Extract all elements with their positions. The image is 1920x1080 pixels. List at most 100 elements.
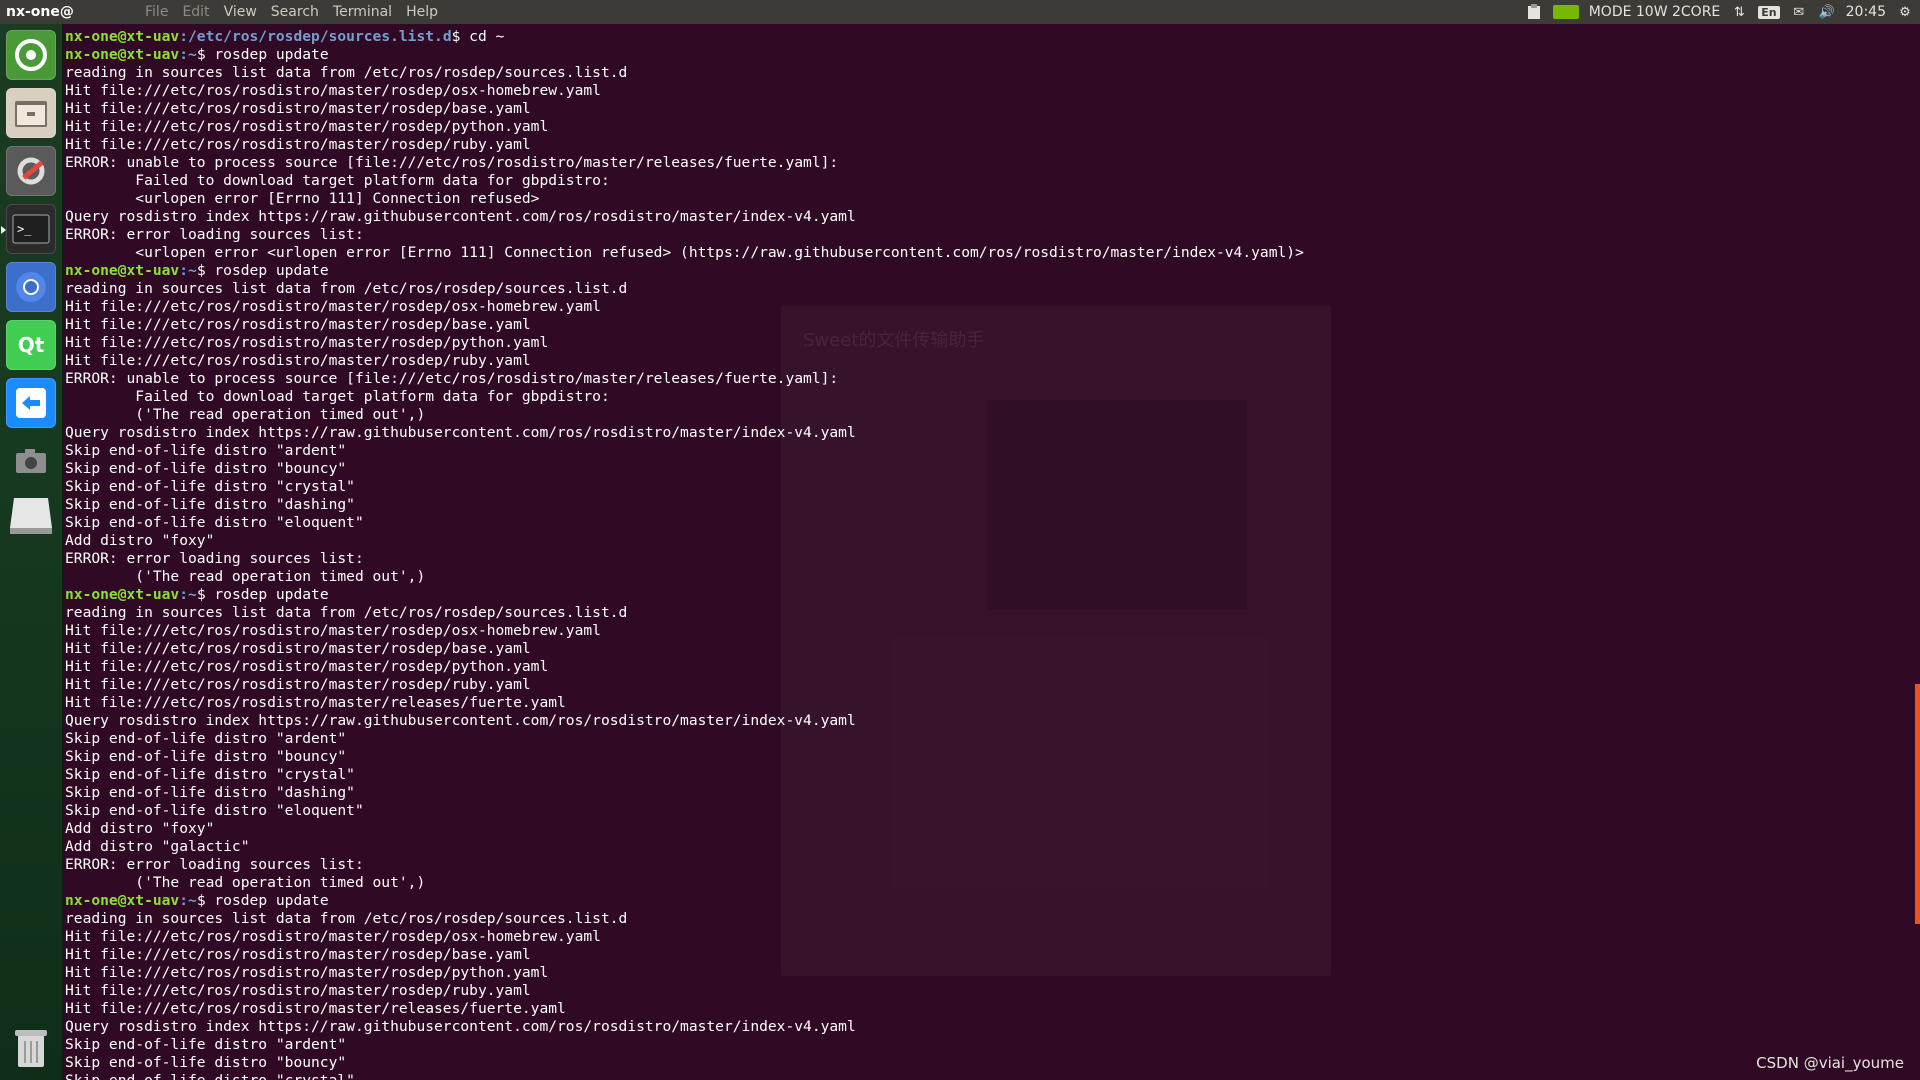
terminal-icon[interactable]: >_	[1, 204, 56, 254]
terminal-output-line: reading in sources list data from /etc/r…	[65, 604, 628, 621]
terminal-output-line: ('The read operation timed out',)	[65, 874, 426, 891]
terminal-output-line: Hit file:///etc/ros/rosdistro/master/ros…	[65, 622, 601, 639]
menu-bar: File Edit View Search Terminal Help	[138, 4, 445, 20]
active-indicator	[1, 226, 6, 234]
launcher: >_ Qt	[0, 24, 63, 1080]
network-transfer-icon[interactable]: ⇅	[1730, 4, 1748, 20]
terminal-prompt-line: nx-one@xt-uav:/etc/ros/rosdep/sources.li…	[65, 28, 1304, 46]
terminal-output-line: Hit file:///etc/ros/rosdistro/master/ros…	[65, 658, 549, 675]
prompt-command: $ rosdep update	[196, 262, 329, 279]
terminal-output-line: Failed to download target platform data …	[65, 172, 610, 189]
prompt-path: :~	[179, 262, 197, 279]
terminal-output-line: Skip end-of-life distro "ardent"	[65, 730, 347, 747]
terminal-output-line: Skip end-of-life distro "eloquent"	[65, 514, 364, 531]
terminal-output-line: ('The read operation timed out',)	[65, 568, 426, 585]
menu-search[interactable]: Search	[264, 4, 326, 20]
terminal-output-line: Query rosdistro index https://raw.github…	[65, 712, 856, 729]
terminal-output-line: Skip end-of-life distro "ardent"	[65, 442, 347, 459]
volume-icon[interactable]: 🔊	[1818, 4, 1836, 20]
terminal-output-line: Hit file:///etc/ros/rosdistro/master/ros…	[65, 82, 601, 99]
terminal-output-line: ERROR: unable to process source [file://…	[65, 370, 839, 387]
terminal-output-line: reading in sources list data from /etc/r…	[65, 910, 628, 927]
prompt-path: :~	[179, 46, 197, 63]
menu-terminal[interactable]: Terminal	[326, 4, 399, 20]
terminal-output-line: Skip end-of-life distro "crystal"	[65, 478, 355, 495]
terminal-prompt-line: nx-one@xt-uav:~$ rosdep update	[65, 586, 1304, 604]
teamviewer-icon[interactable]	[6, 378, 56, 428]
terminal-output[interactable]: nx-one@xt-uav:/etc/ros/rosdep/sources.li…	[65, 28, 1304, 1080]
prompt-command: $ cd ~	[451, 28, 505, 45]
watermark: CSDN @viai_youme	[1756, 1054, 1904, 1072]
system-settings-icon[interactable]	[6, 146, 56, 196]
terminal-output-line: Hit file:///etc/ros/rosdistro/master/ros…	[65, 946, 531, 963]
prompt-path: :/etc/ros/rosdep/sources.list.d	[179, 28, 452, 45]
terminal-output-line: Hit file:///etc/ros/rosdistro/master/ros…	[65, 352, 531, 369]
prompt-user: nx-one@xt-uav	[65, 28, 180, 45]
terminal-output-line: Hit file:///etc/ros/rosdistro/master/ros…	[65, 928, 601, 945]
window-title: nx-one@	[6, 4, 74, 20]
terminal-output-line: Add distro "foxy"	[65, 532, 215, 549]
ubuntu-software-icon[interactable]	[6, 30, 56, 80]
terminal-window[interactable]: Sweet的文件传输助手 nx-one@xt-uav:/etc/ros/rosd…	[63, 24, 1920, 1080]
prompt-user: nx-one@xt-uav	[65, 46, 180, 63]
terminal-output-line: <urlopen error <urlopen error [Errno 111…	[65, 244, 1304, 261]
keyboard-layout-indicator[interactable]: En	[1758, 5, 1780, 19]
scrollbar[interactable]	[1915, 684, 1920, 924]
screenshot-icon[interactable]	[6, 436, 56, 486]
top-panel: nx-one@ File Edit View Search Terminal H…	[0, 0, 1920, 24]
terminal-output-line: Skip end-of-life distro "dashing"	[65, 496, 355, 513]
chromium-icon[interactable]	[6, 262, 56, 312]
system-tray: MODE 10W 2CORE ⇅ En ✉ 🔊 20:45 ⚙	[1525, 0, 1920, 24]
gear-icon[interactable]: ⚙	[1896, 4, 1914, 20]
terminal-prompt-line: nx-one@xt-uav:~$ rosdep update	[65, 262, 1304, 280]
menu-file[interactable]: File	[138, 4, 175, 20]
prompt-command: $ rosdep update	[196, 586, 329, 603]
terminal-output-line: ERROR: error loading sources list:	[65, 550, 364, 567]
clock[interactable]: 20:45	[1846, 4, 1886, 20]
terminal-output-line: Hit file:///etc/ros/rosdistro/master/rel…	[65, 694, 566, 711]
prompt-command: $ rosdep update	[196, 46, 329, 63]
terminal-output-line: Hit file:///etc/ros/rosdistro/master/ros…	[65, 334, 549, 351]
menu-edit[interactable]: Edit	[175, 4, 216, 20]
menu-view[interactable]: View	[217, 4, 264, 20]
terminal-output-line: Skip end-of-life distro "crystal"	[65, 766, 355, 783]
terminal-output-line: Query rosdistro index https://raw.github…	[65, 424, 856, 441]
terminal-output-line: Skip end-of-life distro "eloquent"	[65, 802, 364, 819]
terminal-output-line: Hit file:///etc/ros/rosdistro/master/ros…	[65, 298, 601, 315]
menu-help[interactable]: Help	[399, 4, 445, 20]
prompt-path: :~	[179, 586, 197, 603]
terminal-output-line: Hit file:///etc/ros/rosdistro/master/ros…	[65, 640, 531, 657]
terminal-output-line: Failed to download target platform data …	[65, 388, 610, 405]
prompt-path: :~	[179, 892, 197, 909]
terminal-output-line: Hit file:///etc/ros/rosdistro/master/ros…	[65, 118, 549, 135]
terminal-output-line: Skip end-of-life distro "ardent"	[65, 1036, 347, 1053]
terminal-output-line: Add distro "foxy"	[65, 820, 215, 837]
terminal-output-line: Skip end-of-life distro "dashing"	[65, 784, 355, 801]
mail-icon[interactable]: ✉	[1790, 4, 1808, 20]
terminal-output-line: Hit file:///etc/ros/rosdistro/master/ros…	[65, 982, 531, 999]
prompt-user: nx-one@xt-uav	[65, 586, 180, 603]
terminal-output-line: ('The read operation timed out',)	[65, 406, 426, 423]
qt-creator-icon[interactable]: Qt	[6, 320, 56, 370]
terminal-output-line: ERROR: error loading sources list:	[65, 226, 364, 243]
terminal-output-line: Hit file:///etc/ros/rosdistro/master/rel…	[65, 1000, 566, 1017]
power-mode-indicator[interactable]: MODE 10W 2CORE	[1589, 4, 1721, 20]
nvidia-icon[interactable]	[1552, 5, 1579, 19]
clipboard-icon[interactable]	[1525, 4, 1543, 20]
terminal-output-line: Skip end-of-life distro "bouncy"	[65, 748, 347, 765]
prompt-user: nx-one@xt-uav	[65, 262, 180, 279]
terminal-prompt-line: nx-one@xt-uav:~$ rosdep update	[65, 892, 1304, 910]
terminal-output-line: Hit file:///etc/ros/rosdistro/master/ros…	[65, 136, 531, 153]
file-manager-icon[interactable]	[6, 88, 56, 138]
terminal-output-line: Skip end-of-life distro "bouncy"	[65, 460, 347, 477]
drive-icon[interactable]	[6, 490, 56, 540]
terminal-output-line: <urlopen error [Errno 111] Connection re…	[65, 190, 540, 207]
terminal-output-line: Add distro "galactic"	[65, 838, 250, 855]
prompt-command: $ rosdep update	[196, 892, 329, 909]
terminal-output-line: Hit file:///etc/ros/rosdistro/master/ros…	[65, 316, 531, 333]
terminal-output-line: reading in sources list data from /etc/r…	[65, 64, 628, 81]
terminal-output-line: Hit file:///etc/ros/rosdistro/master/ros…	[65, 100, 531, 117]
terminal-output-line: Query rosdistro index https://raw.github…	[65, 208, 856, 225]
trash-icon[interactable]	[6, 1022, 56, 1072]
terminal-output-line: ERROR: unable to process source [file://…	[65, 154, 839, 171]
